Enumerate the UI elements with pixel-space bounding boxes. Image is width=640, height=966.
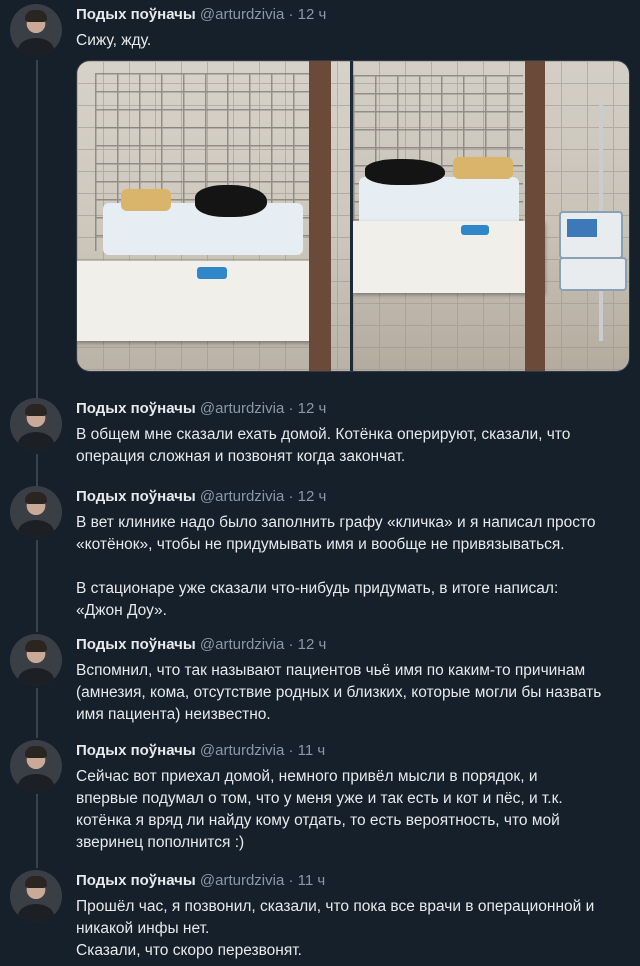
timestamp[interactable]: 11 ч (298, 872, 326, 889)
avatar[interactable] (10, 486, 62, 538)
tweet-header: Подых поўначы @arturdzivia · 11 ч (76, 872, 325, 889)
tweet-text: В общем мне сказали ехать домой. Котёнка… (76, 426, 571, 465)
tweet-header: Подых поўначы @arturdzivia · 12 ч (76, 6, 326, 23)
display-name[interactable]: Подых поўначы (76, 872, 196, 889)
avatar[interactable] (10, 634, 62, 686)
tweet[interactable]: Подых поўначы @arturdzivia · 12 ч В обще… (0, 392, 640, 480)
tweet[interactable]: Подых поўначы @arturdzivia · 12 ч В вет … (0, 480, 640, 624)
user-handle[interactable]: @arturdzivia (200, 636, 284, 653)
tweet-text: Вспомнил, что так называют пациентов чьё… (76, 662, 602, 723)
user-handle[interactable]: @arturdzivia (200, 742, 284, 759)
separator-dot: · (288, 636, 294, 653)
photo[interactable] (353, 61, 629, 371)
avatar[interactable] (10, 4, 62, 56)
display-name[interactable]: Подых поўначы (76, 400, 196, 417)
user-handle[interactable]: @arturdzivia (200, 872, 284, 889)
separator-dot: · (288, 742, 294, 759)
separator-dot: · (288, 488, 294, 505)
photo[interactable] (77, 61, 350, 371)
tweet[interactable]: Подых поўначы @arturdzivia · 11 ч Прошёл… (0, 864, 640, 966)
tweet[interactable]: Подых поўначы @arturdzivia · 12 ч Сижу, … (0, 0, 640, 392)
timestamp[interactable]: 12 ч (298, 636, 327, 653)
tweet-text: Сейчас вот приехал домой, немного привёл… (76, 768, 563, 851)
separator-dot: · (288, 6, 294, 23)
media-grid[interactable] (76, 60, 630, 372)
timestamp[interactable]: 12 ч (298, 400, 327, 417)
display-name[interactable]: Подых поўначы (76, 636, 196, 653)
avatar[interactable] (10, 870, 62, 922)
timestamp[interactable]: 12 ч (298, 6, 327, 23)
tweet[interactable]: Подых поўначы @arturdzivia · 11 ч Сейчас… (0, 734, 640, 862)
timestamp[interactable]: 12 ч (298, 488, 327, 505)
display-name[interactable]: Подых поўначы (76, 742, 196, 759)
tweet-header: Подых поўначы @arturdzivia · 12 ч (76, 488, 326, 505)
display-name[interactable]: Подых поўначы (76, 6, 196, 23)
tweet-text: Сижу, жду. (76, 32, 152, 49)
user-handle[interactable]: @arturdzivia (200, 400, 284, 417)
user-handle[interactable]: @arturdzivia (200, 6, 284, 23)
avatar[interactable] (10, 740, 62, 792)
tweet-text: Прошёл час, я позвонил, сказали, что пок… (76, 898, 595, 959)
tweet-text: В вет клинике надо было заполнить графу … (76, 514, 596, 619)
avatar[interactable] (10, 398, 62, 450)
tweet-header: Подых поўначы @arturdzivia · 12 ч (76, 400, 326, 417)
tweet[interactable]: Подых поўначы @arturdzivia · 12 ч Вспомн… (0, 628, 640, 734)
tweet-header: Подых поўначы @arturdzivia · 12 ч (76, 636, 326, 653)
timestamp[interactable]: 11 ч (298, 742, 326, 759)
display-name[interactable]: Подых поўначы (76, 488, 196, 505)
separator-dot: · (288, 400, 294, 417)
tweet-header: Подых поўначы @arturdzivia · 11 ч (76, 742, 325, 759)
user-handle[interactable]: @arturdzivia (200, 488, 284, 505)
separator-dot: · (288, 872, 294, 889)
